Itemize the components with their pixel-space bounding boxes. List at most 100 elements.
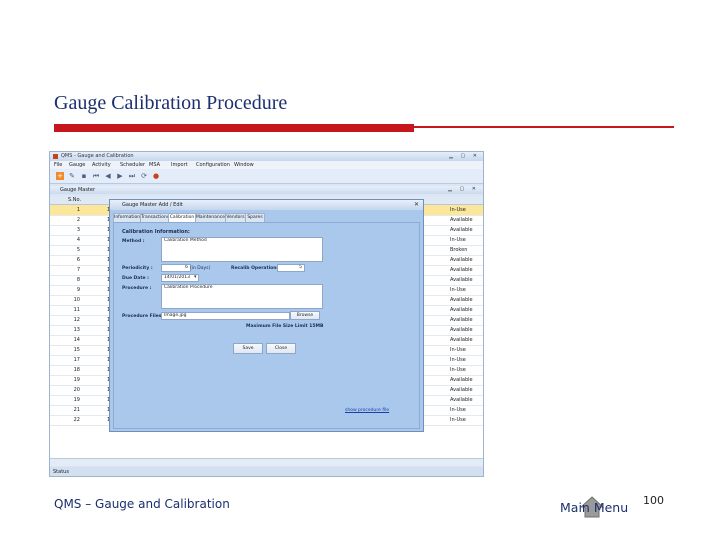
row-status: In-Use [450, 407, 466, 413]
row-number: 6 [76, 257, 80, 263]
due-date-label: Due Date : [122, 276, 149, 281]
previous-icon[interactable]: ◀ [104, 172, 112, 180]
method-label: Method : [122, 239, 145, 244]
app-menubar: File Gauge Activity Scheduler MSA Import… [50, 161, 483, 169]
status-bar: Status [50, 467, 483, 476]
new-icon[interactable]: + [56, 172, 64, 180]
row-status: Available [450, 377, 473, 383]
menu-window[interactable]: Window [234, 162, 254, 168]
menu-file[interactable]: File [54, 162, 62, 168]
menu-scheduler[interactable]: Scheduler [120, 162, 145, 168]
periodicity-field[interactable]: 6 [161, 264, 191, 272]
procedure-label: Procedure : [122, 286, 152, 291]
row-number: 20 [73, 387, 80, 393]
procedure-field[interactable]: Calibration Procedure [161, 284, 323, 309]
row-number: 1 [76, 207, 80, 213]
calendar-icon[interactable]: ▾ [194, 274, 197, 280]
row-status: Available [450, 217, 473, 223]
footer-text: QMS – Gauge and Calibration [54, 497, 230, 511]
app-window-title: QMS - Gauge and Calibration [61, 153, 134, 159]
row-status: Available [450, 337, 473, 343]
recalib-field[interactable]: 5 [277, 264, 305, 272]
menu-import[interactable]: Import [171, 162, 188, 168]
delete-icon[interactable]: ▪ [80, 172, 88, 180]
last-icon[interactable]: ⏭ [128, 172, 136, 180]
app-toolbar: + ✎ ▪ ⏮ ◀ ▶ ⏭ ⟳ ● [50, 169, 483, 184]
app-screenshot: QMS - Gauge and Calibration ▁ ▢ ✕ File G… [49, 151, 484, 477]
row-number: 4 [76, 237, 80, 243]
page-number: 100 [643, 494, 664, 507]
row-status: Available [450, 227, 473, 233]
row-number: 19 [73, 397, 80, 403]
save-button[interactable]: Save [233, 343, 263, 354]
menu-configuration[interactable]: Configuration [196, 162, 230, 168]
edit-icon[interactable]: ✎ [68, 172, 76, 180]
refresh-icon[interactable]: ⟳ [140, 172, 148, 180]
row-number: 7 [76, 267, 80, 273]
procedure-files-field[interactable]: Image.jpg [161, 312, 290, 320]
row-status: Available [450, 297, 473, 303]
row-number: 15 [73, 347, 80, 353]
row-status: In-Use [450, 357, 466, 363]
row-number: 9 [76, 287, 80, 293]
close-button[interactable]: Close [266, 343, 296, 354]
title-accent-line [414, 126, 674, 128]
inner-window-controls[interactable]: ▁ ▢ ✕ [448, 186, 479, 192]
recalib-label: Recalib Operations : [231, 266, 283, 271]
row-status: In-Use [450, 417, 466, 423]
row-status: In-Use [450, 207, 466, 213]
exit-icon[interactable]: ● [152, 172, 160, 180]
show-procedure-file-link[interactable]: show procedure file [345, 408, 389, 413]
due-date-value: 14/01/2013 [164, 275, 190, 280]
row-number: 8 [76, 277, 80, 283]
gauge-master-titlebar: Gauge Master ▁ ▢ ✕ [50, 186, 483, 194]
menu-activity[interactable]: Activity [92, 162, 111, 168]
menu-msa[interactable]: MSA [149, 162, 160, 168]
row-status: In-Use [450, 347, 466, 353]
row-number: 10 [73, 297, 80, 303]
row-status: Available [450, 327, 473, 333]
app-titlebar: QMS - Gauge and Calibration ▁ ▢ ✕ [50, 152, 483, 161]
row-number: 14 [73, 337, 80, 343]
title-accent-bar [54, 124, 414, 132]
row-number: 21 [73, 407, 80, 413]
gauge-master-title: Gauge Master [60, 187, 96, 193]
row-status: Available [450, 317, 473, 323]
calibration-panel: Calibration Information: Method : Calibr… [113, 222, 420, 429]
dialog-tabs: Information Transactions Calibration Mai… [113, 213, 421, 223]
row-status: Broken [450, 247, 468, 253]
horizontal-scrollbar[interactable] [50, 458, 483, 466]
browse-button[interactable]: Browse [290, 311, 320, 320]
periodicity-unit: (in Days) [190, 266, 211, 271]
row-status: Available [450, 307, 473, 313]
first-icon[interactable]: ⏮ [92, 172, 100, 180]
row-number: 5 [76, 247, 80, 253]
row-number: 13 [73, 327, 80, 333]
row-number: 22 [73, 417, 80, 423]
row-status: In-Use [450, 237, 466, 243]
row-status: Available [450, 267, 473, 273]
close-icon[interactable]: ✕ [414, 201, 419, 208]
row-number: 3 [76, 227, 80, 233]
window-controls[interactable]: ▁ ▢ ✕ [449, 153, 480, 159]
row-status: Available [450, 257, 473, 263]
method-field[interactable]: Calibration Method [161, 237, 323, 262]
section-title: Calibration Information: [122, 229, 190, 235]
next-icon[interactable]: ▶ [116, 172, 124, 180]
max-file-size: Maximum File Size Limit 15MB [246, 324, 324, 329]
grid-header-sno: S.No. [68, 197, 82, 203]
status-text: Status [53, 469, 69, 475]
dialog-titlebar: Gauge Master Add / Edit ✕ [110, 200, 423, 210]
row-number: 18 [73, 367, 80, 373]
row-status: Available [450, 387, 473, 393]
app-icon [53, 154, 58, 159]
procedure-files-label: Procedure Files : [122, 314, 165, 319]
main-menu-link[interactable]: Main Menu [560, 500, 628, 515]
row-status: Available [450, 277, 473, 283]
menu-gauge[interactable]: Gauge [69, 162, 85, 168]
row-number: 2 [76, 217, 80, 223]
row-status: Available [450, 397, 473, 403]
row-number: 17 [73, 357, 80, 363]
gauge-master-dialog: Gauge Master Add / Edit ✕ Information Tr… [109, 199, 424, 432]
row-number: 12 [73, 317, 80, 323]
